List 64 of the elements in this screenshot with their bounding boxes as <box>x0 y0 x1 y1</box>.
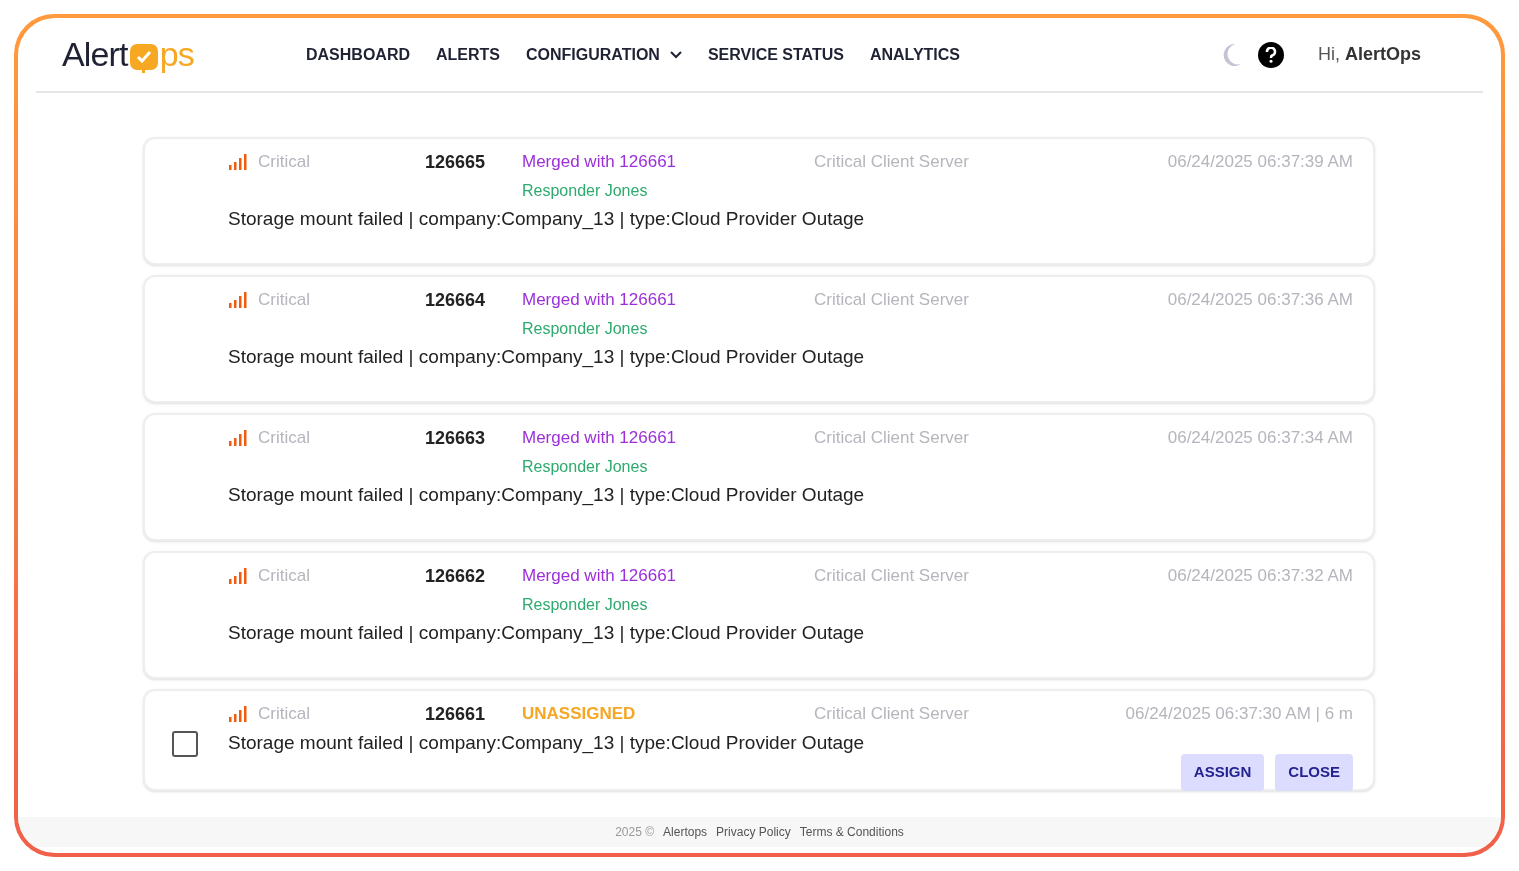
footer-link[interactable]: Alertops <box>663 823 708 841</box>
alert-timestamp: 06/24/2025 06:37:39 AM <box>1167 151 1353 173</box>
alert-description: Storage mount failed | company:Company_13 | type:Cloud Provider Outage <box>228 731 866 756</box>
alert-id: 126663 <box>425 427 487 450</box>
alert-id: 126664 <box>425 289 487 312</box>
alert-id: 126661 <box>425 703 487 726</box>
alert-timestamp: 06/24/2025 06:37:30 AM | 6 m <box>1125 703 1353 725</box>
alert-timestamp: 06/24/2025 06:37:36 AM <box>1167 289 1353 311</box>
service-name: Critical Client Server <box>814 703 970 725</box>
alert-id: 126665 <box>425 151 487 174</box>
logo[interactable]: Alert ps <box>62 29 282 80</box>
chevron-down-icon <box>669 50 682 59</box>
alert-id: 126662 <box>425 565 487 588</box>
responder-name: Responder Jones <box>522 456 649 477</box>
severity-label: Critical <box>258 703 310 725</box>
logo-text: Alert <box>62 34 128 75</box>
severity-label: Critical <box>258 565 310 587</box>
responder-name: Responder Jones <box>522 594 649 615</box>
help-icon[interactable] <box>1257 41 1284 68</box>
alert-description: Storage mount failed | company:Company_13 | type:Cloud Provider Outage <box>228 345 866 370</box>
alert-card[interactable]: Critical 126665 Merged with 126661 Responder Jones Critical Client Server 06/24/2025 06:37:39 AM Storage mount failed | company:Company_13 | type:Cloud Provider Outage <box>143 137 1375 265</box>
severity-label: Critical <box>258 427 310 449</box>
alert-card[interactable]: Critical 126662 Merged with 126661 Responder Jones Critical Client Server 06/24/2025 06:37:32 AM Storage mount failed | company:Company_13 | type:Cloud Provider Outage <box>143 551 1375 679</box>
nav-link[interactable]: CONFIGURATION <box>526 42 682 67</box>
service-name: Critical Client Server <box>814 565 970 587</box>
alert-card[interactable]: Critical 126663 Merged with 126661 Responder Jones Critical Client Server 06/24/2025 06:37:34 AM Storage mount failed | company:Company_13 | type:Cloud Provider Outage <box>143 413 1375 541</box>
alert-description: Storage mount failed | company:Company_13 | type:Cloud Provider Outage <box>228 207 866 232</box>
alert-timestamp: 06/24/2025 06:37:32 AM <box>1167 565 1353 587</box>
severity-label: Critical <box>258 289 310 311</box>
responder-name: Responder Jones <box>522 318 649 339</box>
alert-description: Storage mount failed | company:Company_13 | type:Cloud Provider Outage <box>228 621 866 646</box>
alert-card[interactable]: Critical 126664 Merged with 126661 Responder Jones Critical Client Server 06/24/2025 06:37:36 AM Storage mount failed | company:Company_13 | type:Cloud Provider Outage <box>143 275 1375 403</box>
service-name: Critical Client Server <box>814 427 970 449</box>
action-button[interactable]: ASSIGN <box>1180 753 1265 791</box>
greeting-text: Hi, <box>1317 44 1340 64</box>
nav-link[interactable]: ANALYTICS <box>869 42 961 67</box>
severity-label: Critical <box>258 151 310 173</box>
nav-link[interactable]: SERVICE STATUS <box>707 42 844 67</box>
logo-text: ps <box>159 34 194 75</box>
signal-bars-icon <box>228 153 248 170</box>
footer-link[interactable]: Terms & Conditions <box>799 823 904 841</box>
checkbox[interactable] <box>172 731 198 757</box>
alert-status: Merged with 126661 <box>522 427 678 449</box>
alert-description: Storage mount failed | company:Company_13 | type:Cloud Provider Outage <box>228 483 866 508</box>
signal-bars-icon <box>228 429 248 446</box>
signal-bars-icon <box>228 567 248 584</box>
alert-status: Merged with 126661 <box>522 289 678 311</box>
alert-status: Merged with 126661 <box>522 151 678 173</box>
clock-check-icon <box>128 42 159 73</box>
copyright-text: 2025 © <box>615 824 655 841</box>
alert-timestamp: 06/24/2025 06:37:34 AM <box>1167 427 1353 449</box>
signal-bars-icon <box>228 291 248 308</box>
signal-bars-icon <box>228 705 248 722</box>
responder-name: Responder Jones <box>522 180 649 201</box>
alert-status: UNASSIGNED <box>522 703 637 725</box>
alert-card[interactable]: Critical 126661 UNASSIGNED Critical Client Server 06/24/2025 06:37:30 AM | 6 m Storage mount failed | company:Company_13 | type:Cloud Provider Outage ASSIGN CLOSE <box>143 689 1375 791</box>
nav-link[interactable]: DASHBOARD <box>306 42 410 67</box>
alert-status: Merged with 126661 <box>522 565 678 587</box>
user-name[interactable]: AlertOps <box>1344 44 1421 64</box>
footer-link[interactable]: Privacy Policy <box>716 823 791 841</box>
action-button[interactable]: CLOSE <box>1275 753 1353 791</box>
nav-link[interactable]: ALERTS <box>436 42 500 67</box>
service-name: Critical Client Server <box>814 289 970 311</box>
service-name: Critical Client Server <box>814 151 970 173</box>
